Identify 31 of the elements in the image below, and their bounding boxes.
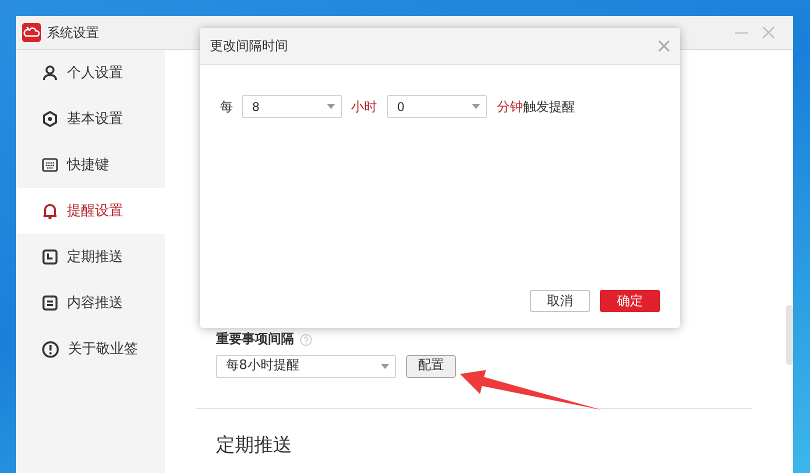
document-icon bbox=[42, 295, 58, 311]
help-icon[interactable] bbox=[300, 334, 312, 346]
configure-button[interactable]: 配置 bbox=[406, 354, 456, 378]
dropdown-caret-icon bbox=[327, 104, 335, 109]
close-icon[interactable] bbox=[658, 40, 670, 52]
confirm-button[interactable]: 确定 bbox=[600, 290, 660, 312]
minimize-icon[interactable] bbox=[735, 32, 748, 34]
every-label: 每 bbox=[220, 98, 233, 116]
interval-dropdown[interactable]: 每8小时提醒 bbox=[216, 354, 396, 378]
minutes-dropdown[interactable]: 0 bbox=[387, 95, 487, 118]
hours-unit-label: 小时 bbox=[351, 98, 377, 116]
window-title: 系统设置 bbox=[47, 24, 100, 42]
trigger-reminder-label: 触发提醒 bbox=[523, 98, 575, 116]
dropdown-caret-icon bbox=[472, 104, 480, 109]
sidebar-item[interactable]: 提醒设置 bbox=[16, 188, 165, 234]
keyboard-icon bbox=[42, 157, 58, 173]
hours-dropdown[interactable]: 8 bbox=[242, 95, 342, 118]
cancel-button[interactable]: 取消 bbox=[530, 290, 590, 312]
field-label: 重要事项间隔 bbox=[216, 332, 294, 349]
close-icon[interactable] bbox=[762, 26, 775, 39]
section-heading: 定期推送 bbox=[216, 432, 292, 458]
cloud-logo-icon bbox=[22, 23, 41, 42]
dialog-title: 更改间隔时间 bbox=[210, 38, 288, 55]
clock-icon bbox=[42, 249, 58, 265]
minutes-unit-label: 分钟 bbox=[497, 98, 523, 116]
settings-icon bbox=[42, 111, 58, 127]
alert-icon bbox=[42, 340, 59, 358]
scrollbar-thumb[interactable] bbox=[786, 305, 793, 365]
dropdown-caret-icon bbox=[381, 364, 389, 369]
bell-icon bbox=[42, 203, 58, 219]
person-icon bbox=[42, 65, 58, 81]
